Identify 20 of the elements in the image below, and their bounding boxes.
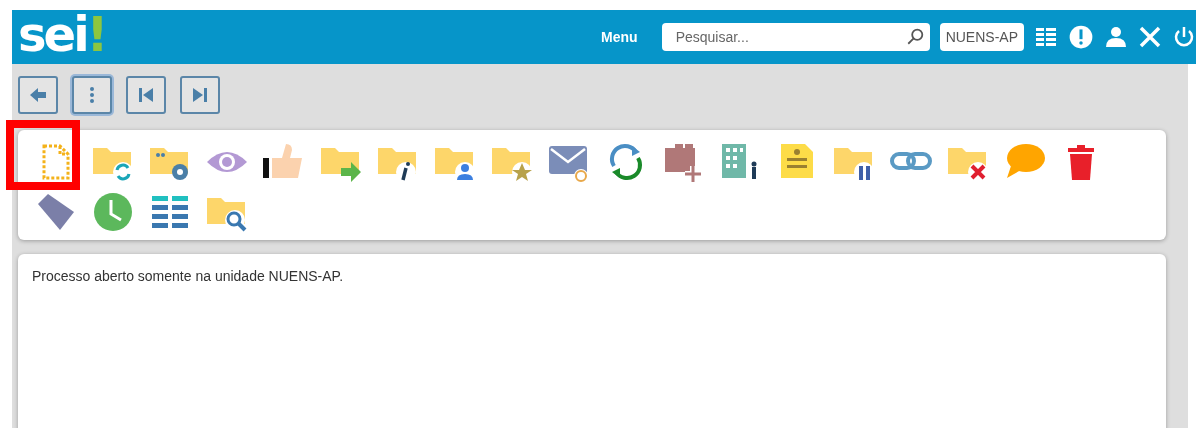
user-icon[interactable] <box>1104 25 1128 49</box>
tools-icon[interactable] <box>1138 25 1162 49</box>
skip-forward-icon <box>190 85 210 105</box>
list-icon[interactable] <box>1034 25 1058 49</box>
clock-icon[interactable] <box>91 190 135 234</box>
skip-back-icon <box>136 85 156 105</box>
last-button[interactable] <box>180 76 220 114</box>
power-icon[interactable] <box>1172 25 1196 49</box>
unit-button[interactable]: NUENS-AP <box>939 23 1024 51</box>
logo[interactable]: sei! <box>18 10 106 58</box>
back-button[interactable] <box>18 76 58 114</box>
search-icon[interactable] <box>905 28 924 46</box>
status-message: Processo aberto somente na unidade NUENS-AP. <box>32 268 345 284</box>
search-field[interactable]: Pesquisar... <box>661 23 930 51</box>
dots-icon <box>89 85 95 105</box>
menu-link[interactable]: Menu <box>601 29 638 45</box>
first-button[interactable] <box>126 76 166 114</box>
alert-icon[interactable] <box>1068 24 1094 50</box>
more-button[interactable] <box>72 76 112 114</box>
arrow-left-icon <box>28 85 48 105</box>
